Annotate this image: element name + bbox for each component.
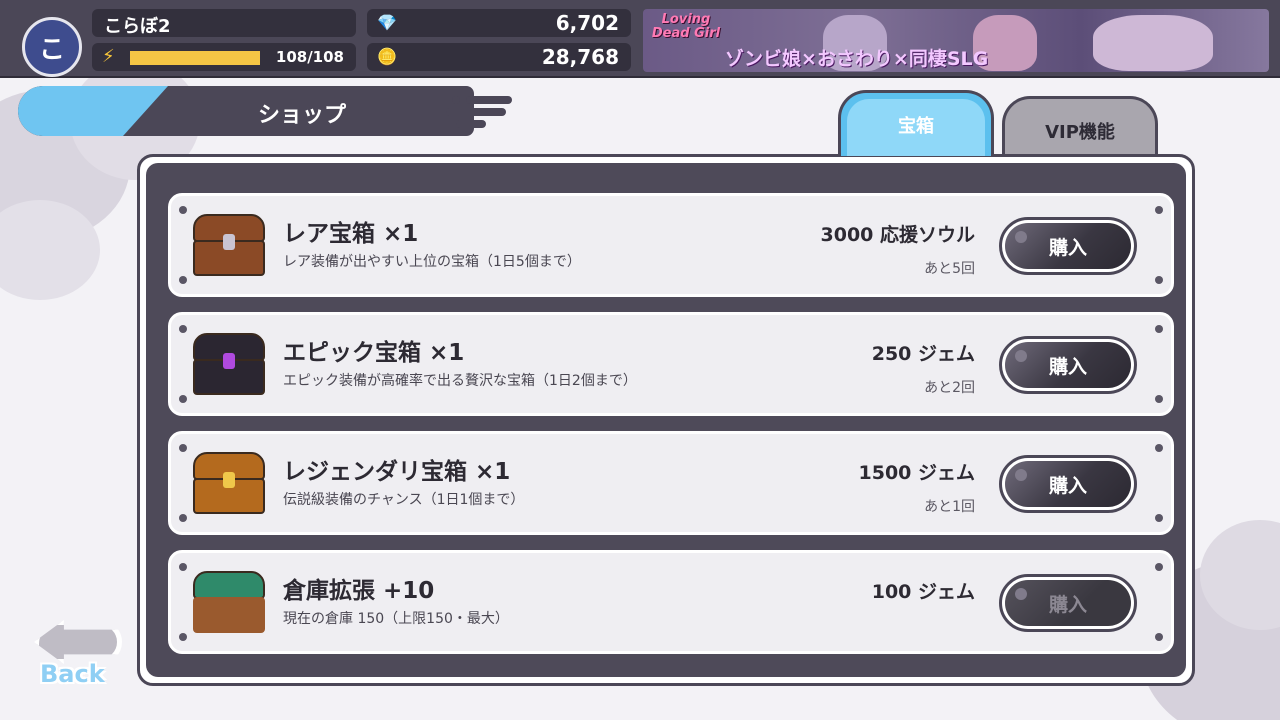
item-price: 250 ジェム xyxy=(871,343,975,365)
rare-chest-icon xyxy=(191,210,267,278)
shop-item-epic-chest: エピック宝箱 ×1 エピック装備が高確率で出る贅沢な宝箱（1日2個まで） 250… xyxy=(168,312,1174,416)
epic-chest-icon xyxy=(191,329,267,397)
legendary-chest-icon xyxy=(191,448,267,516)
promo-banner[interactable]: Loving Dead Girl ゾンビ娘×おさわり×同棲SLG xyxy=(643,9,1269,72)
gem-count: 6,702 xyxy=(555,11,619,35)
shop-panel: レア宝箱 ×1 レア装備が出やすい上位の宝箱（1日5個まで） 3000 応援ソウ… xyxy=(137,154,1195,686)
buy-button-disabled[interactable]: 購入 xyxy=(999,574,1137,632)
tab-chest-label: 宝箱 xyxy=(898,115,934,137)
gem-icon: 💎 xyxy=(377,13,397,32)
item-title: 倉庫拡張 +10 xyxy=(283,578,435,604)
shop-item-rare-chest: レア宝箱 ×1 レア装備が出やすい上位の宝箱（1日5個まで） 3000 応援ソウ… xyxy=(168,193,1174,297)
item-price: 3000 応援ソウル xyxy=(820,224,976,246)
top-status-bar: こ こらぼ2 ⚡ 108/108 💎 6,702 🪙 28,768 Loving… xyxy=(0,0,1280,78)
player-avatar[interactable]: こ xyxy=(22,17,82,77)
shop-item-storage-expansion: 倉庫拡張 +10 現在の倉庫 150（上限150・最大） 100 ジェム 購入 xyxy=(168,550,1174,654)
coin-count: 28,768 xyxy=(541,45,619,69)
title-accent-stripe xyxy=(18,86,168,136)
tab-vip[interactable]: VIP機能 xyxy=(1002,96,1158,162)
buy-button[interactable]: 購入 xyxy=(999,455,1137,513)
item-description: エピック装備が高確率で出る贅沢な宝箱（1日2個まで） xyxy=(283,373,637,389)
player-name-pill: こらぼ2 xyxy=(92,9,356,37)
stamina-pill: ⚡ 108/108 xyxy=(92,43,356,71)
item-description: レア装備が出やすい上位の宝箱（1日5個まで） xyxy=(283,254,581,270)
banner-logo: Loving Dead Girl xyxy=(651,12,721,41)
tab-chest[interactable]: 宝箱 xyxy=(838,90,994,156)
coin-icon: 🪙 xyxy=(377,47,397,66)
back-button[interactable]: Back xyxy=(28,612,128,696)
item-remaining: あと2回 xyxy=(924,380,975,396)
item-title: レジェンダリ宝箱 ×1 xyxy=(283,459,511,485)
item-description: 伝説級装備のチャンス（1日1個まで） xyxy=(283,492,525,508)
item-price: 1500 ジェム xyxy=(858,462,976,484)
tab-vip-label: VIP機能 xyxy=(1045,121,1115,143)
back-label: Back xyxy=(40,660,105,688)
item-price: 100 ジェム xyxy=(871,581,975,603)
banner-tagline: ゾンビ娘×おさわり×同棲SLG xyxy=(725,48,989,70)
stamina-value: 108/108 xyxy=(275,48,344,66)
page-title: ショップ xyxy=(258,103,347,128)
item-description: 現在の倉庫 150（上限150・最大） xyxy=(283,611,509,627)
page-title-bar: ショップ xyxy=(18,86,474,136)
buy-button[interactable]: 購入 xyxy=(999,217,1137,275)
item-remaining: あと1回 xyxy=(924,499,975,515)
stamina-bar-fill xyxy=(130,51,260,65)
shop-item-legendary-chest: レジェンダリ宝箱 ×1 伝説級装備のチャンス（1日1個まで） 1500 ジェム … xyxy=(168,431,1174,535)
buy-button[interactable]: 購入 xyxy=(999,336,1137,394)
shop-list[interactable]: レア宝箱 ×1 レア装備が出やすい上位の宝箱（1日5個まで） 3000 応援ソウ… xyxy=(146,163,1186,677)
coin-pill[interactable]: 🪙 28,768 xyxy=(367,43,631,71)
banner-character-image xyxy=(1093,15,1213,71)
back-arrow-icon xyxy=(34,620,122,664)
title-decoration xyxy=(446,86,522,136)
gem-pill[interactable]: 💎 6,702 xyxy=(367,9,631,37)
player-name: こらぼ2 xyxy=(104,16,171,37)
item-title: エピック宝箱 ×1 xyxy=(283,340,465,366)
storage-chest-icon xyxy=(191,567,267,635)
lightning-icon: ⚡ xyxy=(102,46,115,67)
item-title: レア宝箱 ×1 xyxy=(283,221,419,247)
item-remaining: あと5回 xyxy=(924,261,975,277)
